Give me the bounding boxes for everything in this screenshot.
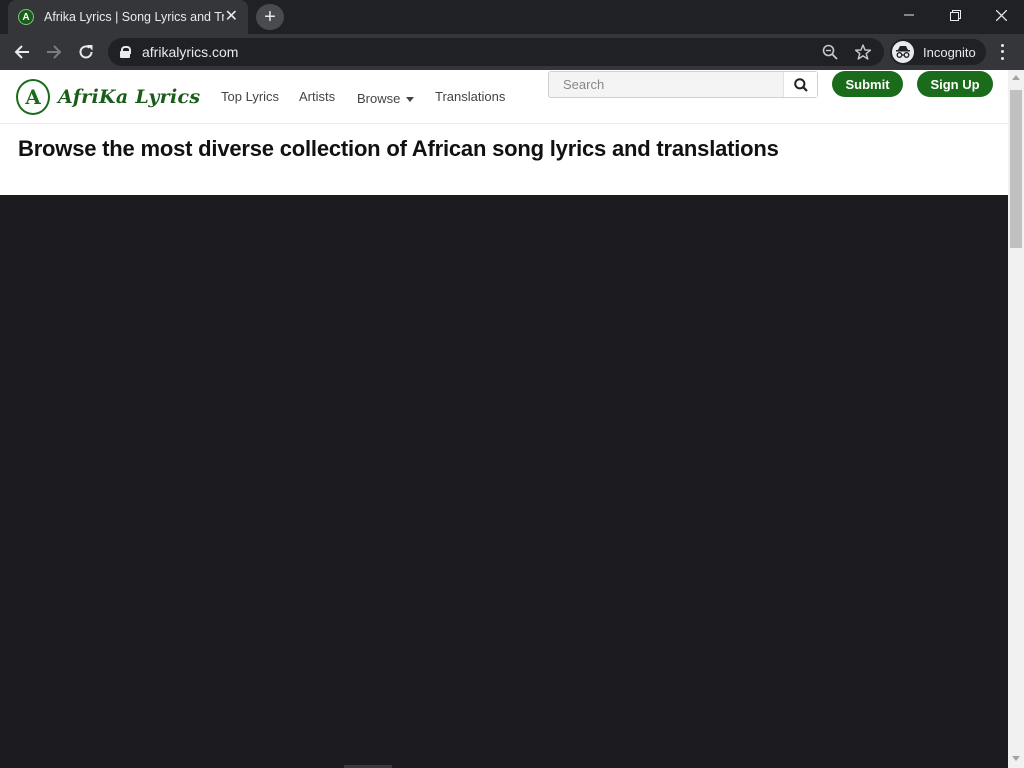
close-icon	[995, 9, 1007, 21]
restore-button[interactable]	[932, 0, 978, 30]
new-tab-button[interactable]: +	[256, 4, 284, 30]
scrollbar-thumb[interactable]	[1010, 90, 1022, 248]
lock-icon	[120, 46, 131, 58]
sign-up-button[interactable]: Sign Up	[917, 71, 993, 97]
minimize-button[interactable]	[886, 0, 932, 30]
caret-down-icon	[406, 97, 415, 103]
minimize-icon	[904, 14, 914, 16]
page-viewport: A AfriKa Lyrics Top Lyrics Artists Brows…	[0, 70, 1024, 768]
arrow-right-icon	[47, 45, 62, 59]
scroll-up-icon[interactable]	[1012, 75, 1020, 80]
search-input[interactable]	[549, 72, 783, 97]
page-scrollbar[interactable]	[1008, 70, 1024, 768]
star-icon[interactable]	[853, 42, 873, 62]
tab-title: Afrika Lyrics | Song Lyrics and Translat…	[44, 10, 224, 24]
site-favicon-icon: A	[18, 9, 34, 25]
back-button[interactable]	[10, 40, 34, 64]
incognito-indicator[interactable]: Incognito	[890, 39, 986, 65]
reload-icon	[79, 45, 93, 59]
logo-mark-icon: A	[16, 79, 50, 115]
browser-menu-icon[interactable]	[994, 42, 1010, 62]
close-window-button[interactable]	[978, 0, 1024, 30]
search-box	[548, 71, 818, 98]
tab-close-icon[interactable]: ✕	[225, 9, 238, 25]
zoom-out-icon[interactable]	[820, 42, 840, 62]
address-bar[interactable]: afrikalyrics.com	[108, 38, 884, 66]
reload-button[interactable]	[74, 40, 98, 64]
arrow-left-icon	[14, 45, 29, 59]
submit-button[interactable]: Submit	[832, 71, 903, 97]
search-icon	[793, 77, 808, 92]
incognito-icon	[892, 41, 914, 63]
tab-strip: A Afrika Lyrics | Song Lyrics and Transl…	[0, 0, 1024, 34]
browser-toolbar: afrikalyrics.com Incognito	[0, 34, 1024, 70]
hero-title: Browse the most diverse collection of Af…	[18, 136, 779, 161]
search-button[interactable]	[783, 72, 817, 97]
logo-text: AfriKa Lyrics	[58, 86, 201, 108]
site-header: A AfriKa Lyrics Top Lyrics Artists Brows…	[0, 70, 1008, 124]
url-text: afrikalyrics.com	[142, 44, 239, 60]
nav-browse-label: Browse	[357, 91, 401, 106]
restore-icon	[949, 9, 961, 21]
nav-top-lyrics[interactable]: Top Lyrics	[221, 89, 279, 104]
nav-browse-dropdown[interactable]: Browse	[357, 91, 415, 106]
nav-artists[interactable]: Artists	[299, 89, 335, 104]
nav-translations[interactable]: Translations	[435, 89, 505, 104]
incognito-label: Incognito	[923, 44, 976, 60]
site-logo[interactable]: A AfriKa Lyrics	[16, 79, 200, 115]
scroll-down-icon[interactable]	[1012, 756, 1020, 761]
forward-button[interactable]	[42, 40, 66, 64]
browser-tab[interactable]: A Afrika Lyrics | Song Lyrics and Transl…	[8, 0, 248, 34]
hero-section: Browse the most diverse collection of Af…	[0, 124, 1008, 195]
